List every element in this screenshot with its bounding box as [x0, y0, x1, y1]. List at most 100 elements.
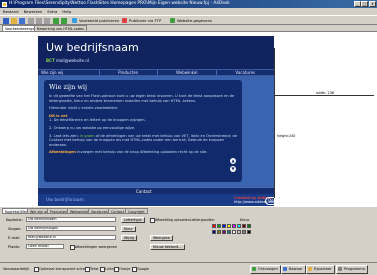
bold-sample: Dit is vet	[49, 113, 68, 118]
transparent-option[interactable]: Optimaal transparant scherm	[34, 267, 89, 272]
color-swatch[interactable]	[247, 224, 251, 228]
color-swatch[interactable]	[212, 224, 216, 228]
panel-heading: Wie zijn wij	[49, 83, 87, 91]
ftp-publish-button[interactable]: Publiceer via FTP	[122, 17, 161, 24]
new-file-button[interactable]: Nieuw bestand...	[150, 244, 185, 250]
globe-icon	[72, 18, 77, 23]
color-swatch[interactable]	[232, 230, 236, 234]
ftp-icon	[122, 18, 127, 23]
edit-button[interactable]: Wijzig	[121, 235, 138, 241]
menu-item-extra[interactable]: Extra	[47, 8, 57, 15]
nav-item-wie-zijn-wij[interactable]: Wie zijn wij	[38, 70, 99, 75]
app-icon	[2, 1, 7, 7]
maximize-button[interactable]: □	[361, 1, 368, 7]
color-palette	[212, 224, 252, 248]
demo-only-button[interactable]: Demo only	[265, 197, 293, 205]
save-site-icon	[283, 267, 287, 271]
google-option[interactable]: Google	[132, 267, 149, 272]
logo-brand: BCT	[46, 58, 55, 63]
font-size-label: Lettergrootte:	[190, 218, 215, 222]
menu-bar: Bestand Bewerken Extra Help	[0, 8, 377, 15]
program-icon	[338, 267, 342, 271]
paste-icon[interactable]	[44, 18, 50, 24]
menu-item-help[interactable]: Help	[62, 8, 71, 15]
color-swatch[interactable]	[227, 230, 231, 234]
view-button[interactable]: Weergave	[150, 235, 173, 241]
open-icon[interactable]	[11, 18, 17, 24]
panel-paragraph-2: Hieronder vindt u enkele voorbeelden:	[49, 106, 119, 111]
site-logo: BCT mail@website.nl	[46, 58, 89, 63]
height-guide-line	[274, 48, 275, 198]
photo-label: Plaats:	[8, 245, 21, 249]
title-label: Koptekst:	[6, 218, 23, 222]
prop-tab-copyright[interactable]: Copyright	[125, 208, 148, 214]
cut-icon[interactable]	[28, 18, 34, 24]
panel-paragraph-6: Afbeeldingen Invoegen met behulp van de …	[49, 150, 208, 155]
title-input[interactable]: Uw bedrijfsnaam	[26, 217, 116, 222]
website-settings-button[interactable]: Website-gegevens	[170, 17, 212, 24]
menu-item-bestand[interactable]: Bestand	[3, 8, 19, 15]
scroll-up-button[interactable]: ▲	[230, 158, 236, 164]
color-swatch[interactable]	[222, 230, 226, 234]
window-title: H:\Program Files\Serendipity\Nettoo Flas…	[9, 1, 230, 6]
color-swatch[interactable]	[222, 224, 226, 228]
color-swatch[interactable]	[212, 230, 216, 234]
width-label: width: 236	[315, 91, 335, 95]
bottom-bar-label: Voorwaardelijk	[3, 267, 30, 271]
undo-icon[interactable]	[53, 18, 59, 24]
nav-item-contact[interactable]: Contact	[38, 187, 274, 194]
orange-option[interactable]: Oranje	[114, 267, 130, 272]
panel-paragraph-4: 2. Ontwerp nu uw website op eenvoudige w…	[49, 125, 136, 130]
program-button[interactable]: Programma	[336, 265, 368, 274]
email-input[interactable]: mail@website.nl	[26, 235, 116, 240]
nav-item-producten[interactable]: Producten	[98, 70, 158, 75]
slogan-label: Slogan:	[8, 227, 22, 231]
links-option[interactable]: Links	[100, 267, 114, 272]
font-button[interactable]: Lettertype	[121, 217, 145, 223]
minimize-button[interactable]: _	[354, 1, 361, 7]
nav-item-vacatures[interactable]: Vacatures	[215, 70, 275, 75]
show-images-checkbox[interactable]: Afbeeldingen weergeven	[70, 245, 117, 250]
menu-item-bewerken[interactable]: Bewerken	[24, 8, 43, 15]
color-swatch[interactable]	[237, 230, 241, 234]
site-title[interactable]: Uw bedrijfsnaam	[46, 41, 139, 54]
text-option[interactable]: Tekst	[85, 267, 99, 272]
nav-item-webwinkel[interactable]: Webwinkel	[157, 70, 216, 75]
color-swatch[interactable]	[232, 224, 236, 228]
color-swatch[interactable]	[217, 224, 221, 228]
window-titlebar: H:\Program Files\Serendipity\Nettoo Flas…	[0, 0, 377, 8]
save-icon[interactable]	[19, 18, 25, 24]
panel-paragraph-5: 3. Laat iets zien: in groen of de afmeti…	[49, 133, 237, 147]
upload-image-checkbox[interactable]: Afbeelding uploaden	[150, 218, 190, 223]
color-swatch[interactable]	[237, 224, 241, 228]
redo-icon[interactable]	[61, 18, 67, 24]
color-swatch[interactable]	[242, 224, 246, 228]
new-icon[interactable]	[3, 18, 9, 24]
height-label: height:240	[277, 134, 296, 138]
toolbar: Voorbeeld publiceren Publiceer via FTP W…	[0, 15, 377, 25]
photo-select[interactable]: Geen model	[26, 244, 64, 249]
save-site-button[interactable]: Bewaar	[281, 265, 306, 274]
footer-text: Uw bedrijfsnaam	[46, 198, 84, 203]
logo-email: mail@website.nl	[56, 58, 89, 63]
copy-icon[interactable]	[36, 18, 42, 24]
preview-publish-button[interactable]: Voorbeeld publiceren	[72, 17, 119, 24]
export-button[interactable]: Exporteer	[306, 265, 335, 274]
scroll-down-button[interactable]: ▼	[230, 166, 236, 172]
properties-panel: Koptekst/Menu Wie zijn wij Producten Web…	[0, 206, 377, 255]
panel-paragraph-1: In dit gedeelte van het Flash-patroon ku…	[49, 94, 235, 103]
color-swatch[interactable]	[227, 224, 231, 228]
color-swatch[interactable]	[247, 230, 251, 234]
panel-paragraph-3: Dit is vet 1. De tekstfiltreren en letter…	[49, 113, 146, 123]
color-button[interactable]: Kleur	[121, 226, 136, 232]
receive-button[interactable]: Ontvangen	[250, 265, 281, 274]
export-icon	[308, 267, 312, 271]
email-label: E-mail:	[8, 236, 21, 240]
color-swatch[interactable]	[217, 230, 221, 234]
close-button[interactable]: x	[369, 1, 376, 7]
settings-icon	[170, 18, 175, 23]
site-footer: Uw bedrijfsnaam Created by A4Desk http://…	[38, 194, 293, 206]
color-swatch[interactable]	[242, 230, 246, 234]
receive-icon	[252, 267, 256, 271]
slogan-input[interactable]: Uw bedrijfsslogan	[26, 226, 116, 231]
